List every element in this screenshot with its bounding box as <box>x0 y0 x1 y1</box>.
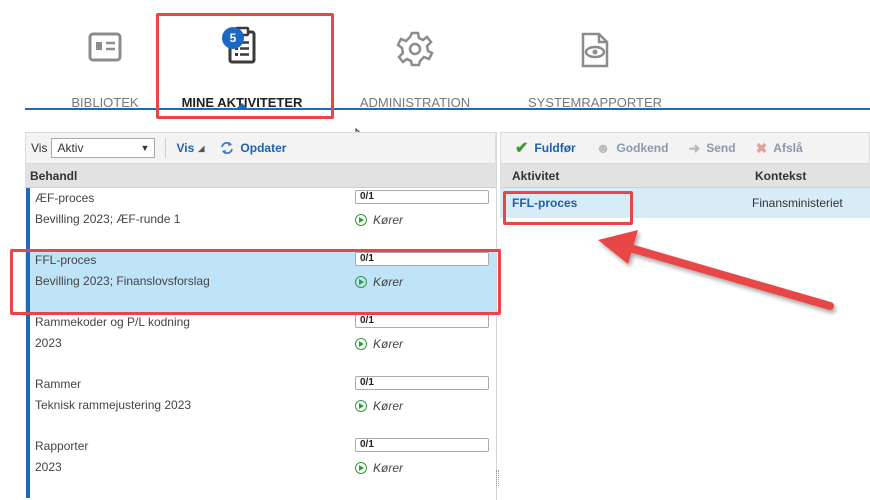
nav-tab-systemrapporter[interactable]: SYSTEMRAPPORTER <box>515 30 675 110</box>
approve-button[interactable]: ☻ Godkend <box>596 140 669 156</box>
item-progress-count: 0/1 <box>355 190 489 204</box>
status-label: Kører <box>373 213 403 227</box>
annotation-box-list-item <box>10 249 501 315</box>
send-button[interactable]: ➜ Send <box>688 140 735 157</box>
play-icon <box>355 214 367 226</box>
gear-icon <box>396 31 434 67</box>
list-item[interactable]: Rammer Teknisk rammejustering 2023 0/1 K… <box>25 374 496 436</box>
activity-table-header: Aktivitet Kontekst <box>500 164 870 188</box>
refresh-label: Opdater <box>240 141 287 155</box>
item-status: Kører <box>355 399 403 413</box>
splitter-handle[interactable] <box>496 470 499 486</box>
status-label: Kører <box>373 461 403 475</box>
item-progress-count: 0/1 <box>355 314 489 328</box>
activity-list: ÆF-proces Bevilling 2023; ÆF-runde 1 0/1… <box>25 188 496 498</box>
list-item[interactable]: ÆF-proces Bevilling 2023; ÆF-runde 1 0/1… <box>25 188 496 250</box>
chevron-down-icon: ▼ <box>140 143 150 153</box>
send-icon: ➜ <box>688 139 701 156</box>
behandl-column-header[interactable]: Behandl <box>25 164 496 188</box>
play-icon <box>355 462 367 474</box>
annotation-box-nav <box>156 13 334 119</box>
status-filter-select[interactable]: Aktiv ▼ <box>51 138 156 158</box>
complete-label: Fuldfør <box>534 141 576 155</box>
item-accent-bar <box>26 436 30 498</box>
checkmark-icon: ✔ <box>515 140 529 157</box>
item-subtitle: Teknisk rammejustering 2023 <box>35 398 192 412</box>
item-accent-bar <box>26 188 30 250</box>
document-eye-icon <box>581 32 609 68</box>
refresh-icon <box>221 142 234 154</box>
vis-menu-label: Vis <box>176 141 195 155</box>
status-label: Kører <box>373 399 403 413</box>
context-cell: Finansministeriet <box>752 196 843 210</box>
activities-list-panel: Vis Aktiv ▼ Vis ◢ Opdater Behandl ÆF-pro… <box>25 132 497 500</box>
item-status: Kører <box>355 213 403 227</box>
annotation-arrow-icon <box>598 230 834 310</box>
vis-menu-button[interactable]: Vis ◢ <box>176 141 204 155</box>
item-title: Rammekoder og P/L kodning <box>35 315 190 329</box>
item-subtitle: 2023 <box>35 460 62 474</box>
annotation-box-activity <box>503 191 633 225</box>
item-status: Kører <box>355 461 403 475</box>
item-accent-bar <box>26 374 30 436</box>
item-status: Kører <box>355 337 403 351</box>
caret-icon: ◢ <box>198 143 205 153</box>
id-card-icon <box>88 32 122 62</box>
user-approve-icon: ☻ <box>595 140 611 156</box>
approve-label: Godkend <box>616 141 669 155</box>
list-item[interactable]: Rammekoder og P/L kodning 2023 0/1 Kører <box>25 312 496 374</box>
left-toolbar: Vis Aktiv ▼ Vis ◢ Opdater <box>25 132 496 164</box>
play-icon <box>355 400 367 412</box>
close-icon: ✖ <box>755 139 768 156</box>
item-subtitle: 2023 <box>35 336 62 350</box>
send-label: Send <box>706 141 736 155</box>
refresh-button[interactable]: Opdater <box>220 141 286 155</box>
toolbar-divider <box>165 138 167 158</box>
right-toolbar: ✔ Fuldfør ☻ Godkend ➜ Send ✖ Afslå <box>500 132 870 164</box>
column-header-aktivitet[interactable]: Aktivitet <box>512 164 559 188</box>
item-progress-count: 0/1 <box>355 438 489 452</box>
play-icon <box>355 338 367 350</box>
status-label: Kører <box>373 337 403 351</box>
nav-tab-administration[interactable]: ADMINISTRATION <box>350 30 480 110</box>
complete-button[interactable]: ✔ Fuldfør <box>515 138 576 158</box>
nav-underline <box>25 108 870 110</box>
item-title: Rapporter <box>35 439 89 453</box>
vis-label: Vis <box>31 141 48 155</box>
item-title: Rammer <box>35 377 82 391</box>
reject-label: Afslå <box>773 141 803 155</box>
item-title: ÆF-proces <box>35 191 95 205</box>
item-progress-count: 0/1 <box>355 376 489 390</box>
column-header-kontekst[interactable]: Kontekst <box>755 164 806 188</box>
item-subtitle: Bevilling 2023; ÆF-runde 1 <box>35 212 181 226</box>
top-navigation: BIBLIOTEK MINE AKTIVITETER ADMINISTRATIO… <box>25 0 870 110</box>
item-accent-bar <box>26 312 30 374</box>
list-item[interactable]: Rapporter 2023 0/1 Kører <box>25 436 496 498</box>
nav-tab-bibliotek[interactable]: BIBLIOTEK <box>55 30 155 110</box>
reject-button[interactable]: ✖ Afslå <box>756 140 803 157</box>
status-filter-value: Aktiv <box>57 141 84 155</box>
